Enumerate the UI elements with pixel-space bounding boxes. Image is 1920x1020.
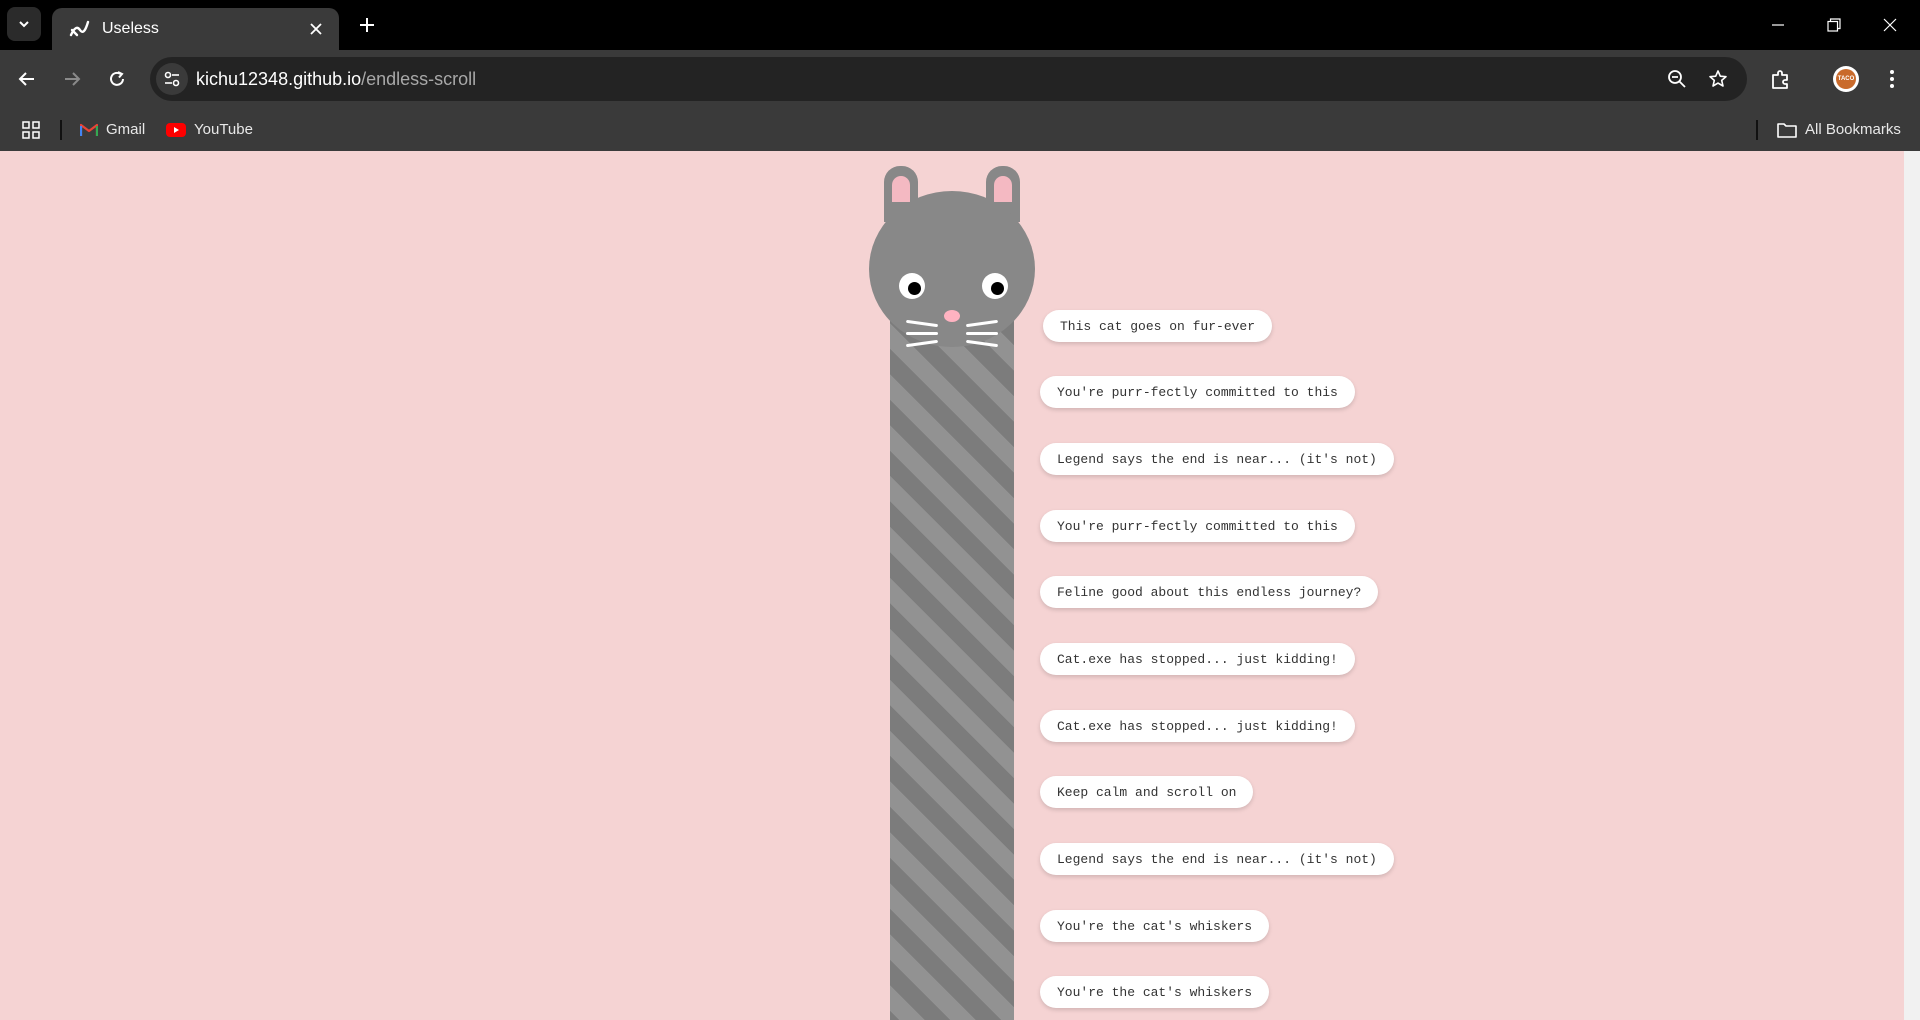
back-button[interactable]	[11, 63, 43, 95]
cat-message: Cat.exe has stopped... just kidding!	[1040, 643, 1355, 675]
zoom-out-icon	[1668, 70, 1686, 88]
star-icon	[1709, 70, 1727, 87]
close-icon	[1883, 18, 1897, 32]
cat-message: You're the cat's whiskers	[1040, 910, 1270, 942]
tab-favicon-icon	[68, 18, 90, 40]
long-cat	[868, 166, 1036, 1020]
avatar: TACO	[1833, 66, 1859, 92]
cat-message: Legend says the end is near... (it's not…	[1040, 843, 1394, 875]
bookmarks-bar: Gmail YouTube All Bookmarks	[0, 108, 1920, 151]
tune-icon	[164, 71, 180, 87]
plus-icon	[360, 18, 374, 32]
close-icon	[310, 23, 322, 35]
zoom-button[interactable]	[1663, 65, 1691, 93]
new-tab-button[interactable]	[352, 10, 382, 40]
cat-right-eye	[982, 273, 1008, 299]
bookmark-label: YouTube	[194, 121, 253, 138]
url-host: kichu12348.github.io	[196, 69, 362, 89]
cat-message: This cat goes on fur-ever	[1043, 310, 1273, 342]
bookmarks-divider	[60, 120, 62, 140]
all-bookmarks-label: All Bookmarks	[1805, 121, 1901, 138]
cat-message: You're the cat's whiskers	[1040, 976, 1270, 1008]
reload-icon	[110, 71, 124, 86]
browser-toolbar: kichu12348.github.io/endless-scroll TACO	[0, 50, 1920, 108]
tab-close-button[interactable]	[301, 14, 331, 44]
youtube-icon	[166, 122, 186, 137]
arrow-right-icon	[65, 72, 81, 86]
cat-nose	[944, 310, 960, 322]
whisker	[966, 332, 998, 335]
folder-icon	[1777, 122, 1797, 138]
bookmark-youtube[interactable]: YouTube	[166, 108, 253, 151]
cat-message: Keep calm and scroll on	[1040, 776, 1254, 808]
minimize-button[interactable]	[1750, 0, 1806, 50]
page-content[interactable]: This cat goes on fur-ever You're purr-fe…	[0, 151, 1904, 1020]
active-tab[interactable]: Useless	[52, 8, 339, 50]
address-bar[interactable]: kichu12348.github.io/endless-scroll	[150, 57, 1747, 101]
restore-icon	[1827, 18, 1841, 32]
reload-button[interactable]	[101, 63, 133, 95]
url-path: /endless-scroll	[361, 69, 477, 89]
cat-message: Feline good about this endless journey?	[1040, 576, 1379, 608]
arrow-left-icon	[18, 72, 34, 86]
cat-message: Cat.exe has stopped... just kidding!	[1040, 710, 1355, 742]
minimize-icon	[1772, 24, 1784, 26]
tab-search-button[interactable]	[7, 7, 41, 41]
cat-head	[869, 191, 1035, 347]
cat-message: You're purr-fectly committed to this	[1040, 376, 1355, 408]
cat-message: You're purr-fectly committed to this	[1040, 510, 1355, 542]
extensions-button[interactable]	[1765, 63, 1797, 95]
menu-button[interactable]	[1876, 63, 1908, 95]
cat-body	[890, 296, 1014, 1020]
all-bookmarks-button[interactable]: All Bookmarks	[1777, 108, 1901, 151]
restore-button[interactable]	[1806, 0, 1862, 50]
page-scrollbar[interactable]	[1904, 151, 1920, 1020]
url-text: kichu12348.github.io/endless-scroll	[196, 69, 476, 90]
title-bar: Useless	[0, 0, 1920, 50]
cat-left-eye	[899, 273, 925, 299]
close-window-button[interactable]	[1862, 0, 1918, 50]
apps-grid-icon	[22, 120, 40, 139]
bookmark-gmail[interactable]: Gmail	[80, 108, 145, 151]
tab-title: Useless	[102, 20, 159, 37]
apps-button[interactable]	[22, 108, 40, 151]
chevron-down-icon	[19, 21, 29, 28]
avatar-text: TACO	[1836, 69, 1856, 89]
cat-message: Legend says the end is near... (it's not…	[1040, 443, 1394, 475]
profile-button[interactable]: TACO	[1830, 63, 1862, 95]
gmail-icon	[80, 123, 98, 136]
bookmarks-divider	[1756, 120, 1758, 140]
whisker	[906, 332, 938, 335]
forward-button[interactable]	[56, 63, 88, 95]
more-vertical-icon	[1890, 70, 1894, 88]
bookmark-star-button[interactable]	[1704, 65, 1732, 93]
puzzle-icon	[1772, 70, 1788, 89]
bookmark-label: Gmail	[106, 121, 146, 138]
site-info-button[interactable]	[156, 63, 188, 95]
